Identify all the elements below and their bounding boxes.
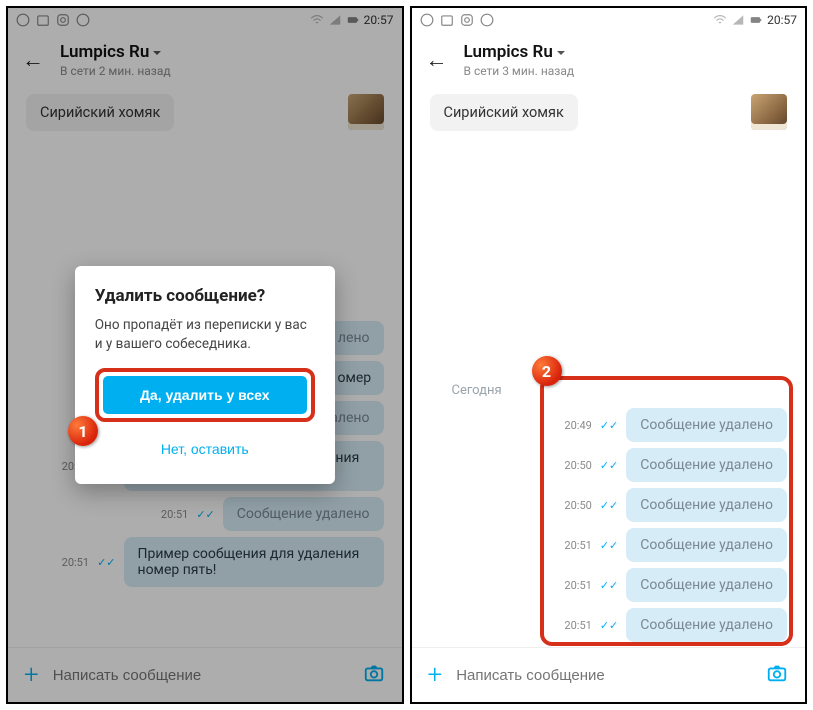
confirm-delete-button[interactable]: Да, удалить у всех xyxy=(103,376,307,414)
contact-status: В сети 2 мин. назад xyxy=(60,64,388,78)
dialog-body: Оно пропадёт из переписки у вас и у ваше… xyxy=(95,316,315,354)
read-ticks-icon: ✓✓ xyxy=(600,459,618,472)
contact-name[interactable]: Lumpics Ru xyxy=(60,42,388,62)
message-bubble[interactable]: Сообщение удалено xyxy=(223,497,384,531)
camera-button[interactable] xyxy=(362,662,386,688)
status-bar: 20:57 xyxy=(8,8,402,32)
wifi-icon xyxy=(713,13,727,27)
message-time: 20:51 xyxy=(564,539,591,552)
read-ticks-icon: ✓✓ xyxy=(600,619,618,632)
calendar-icon xyxy=(440,13,454,27)
incoming-text: Сирийский хомяк xyxy=(26,94,174,131)
read-ticks-icon: ✓✓ xyxy=(600,539,618,552)
instagram-icon xyxy=(460,13,474,27)
day-separator: Сегодня xyxy=(430,383,788,398)
message-row: 20:51 ✓✓ Сообщение удалено xyxy=(26,497,384,531)
contact-avatar[interactable] xyxy=(751,94,787,130)
highlight-box-1: Да, удалить у всех xyxy=(95,368,315,422)
incoming-message: Сирийский хомяк xyxy=(430,94,788,131)
message-bubble[interactable]: Сообщение удалено xyxy=(626,528,787,562)
phone-left: 20:57 ← Lumpics Ru В сети 2 мин. назад С… xyxy=(6,6,404,704)
message-time: 20:51 xyxy=(62,556,89,569)
message-time: 20:50 xyxy=(564,499,591,512)
add-button[interactable]: + xyxy=(24,660,39,690)
cancel-delete-button[interactable]: Нет, оставить xyxy=(95,430,315,468)
compose-input[interactable] xyxy=(456,667,751,684)
wifi-icon xyxy=(310,13,324,27)
message-bubble[interactable]: Пример сообщения для удаления номер пять… xyxy=(124,537,384,587)
phone-right: 20:57 ← Lumpics Ru В сети 3 мин. назад С… xyxy=(410,6,808,704)
compose-input[interactable] xyxy=(53,667,348,684)
message-time: 20:51 xyxy=(564,619,591,632)
read-ticks-icon: ✓✓ xyxy=(97,556,115,569)
message-bubble[interactable]: Сообщение удалено xyxy=(626,568,787,602)
back-button[interactable]: ← xyxy=(22,47,44,73)
read-ticks-icon: ✓✓ xyxy=(600,419,618,432)
incoming-text: Сирийский хомяк xyxy=(430,94,578,131)
message-bubble[interactable]: Сообщение удалено xyxy=(626,608,787,642)
battery-icon xyxy=(749,13,763,27)
battery-icon xyxy=(346,13,360,27)
status-bar: 20:57 xyxy=(412,8,806,32)
opera-icon xyxy=(420,13,434,27)
read-ticks-icon: ✓✓ xyxy=(600,499,618,512)
message-time: 20:49 xyxy=(564,419,591,432)
message-row: 20:49 ✓✓ Сообщение удалено xyxy=(430,408,788,442)
message-time: 20:50 xyxy=(564,459,591,472)
add-button[interactable]: + xyxy=(428,660,443,690)
opera-icon xyxy=(16,13,30,27)
step-marker-1: 1 xyxy=(68,416,98,446)
contact-avatar[interactable] xyxy=(348,94,384,130)
message-row: 20:51 ✓✓ Сообщение удалено xyxy=(430,568,788,602)
contact-name[interactable]: Lumpics Ru xyxy=(464,42,792,62)
message-row: 20:50 ✓✓ Сообщение удалено xyxy=(430,488,788,522)
delete-dialog: Удалить сообщение? Оно пропадёт из переп… xyxy=(75,266,335,484)
message-time: 20:51 xyxy=(161,508,188,521)
chat-header: ← Lumpics Ru В сети 2 мин. назад xyxy=(8,32,402,88)
chat-header: ← Lumpics Ru В сети 3 мин. назад xyxy=(412,32,806,88)
back-button[interactable]: ← xyxy=(426,47,448,73)
read-ticks-icon: ✓✓ xyxy=(196,508,214,521)
shazam-icon xyxy=(480,13,494,27)
instagram-icon xyxy=(56,13,70,27)
message-row: 20:51 ✓✓ Сообщение удалено xyxy=(430,528,788,562)
incoming-message: Сирийский хомяк xyxy=(26,94,384,131)
contact-status: В сети 3 мин. назад xyxy=(464,64,792,78)
message-bubble[interactable]: Сообщение удалено xyxy=(626,488,787,522)
compose-bar: + xyxy=(412,647,806,702)
message-row: 20:51 ✓✓ Сообщение удалено xyxy=(430,608,788,642)
clock: 20:57 xyxy=(364,13,394,27)
signal-icon xyxy=(328,13,342,27)
message-bubble[interactable]: Сообщение удалено xyxy=(626,448,787,482)
camera-button[interactable] xyxy=(765,662,789,688)
compose-bar: + xyxy=(8,647,402,702)
step-marker-2: 2 xyxy=(532,356,562,386)
message-time: 20:51 xyxy=(564,579,591,592)
calendar-icon xyxy=(36,13,50,27)
dialog-title: Удалить сообщение? xyxy=(95,286,315,306)
message-bubble[interactable]: Сообщение удалено xyxy=(626,408,787,442)
clock: 20:57 xyxy=(767,13,797,27)
shazam-icon xyxy=(76,13,90,27)
read-ticks-icon: ✓✓ xyxy=(600,579,618,592)
message-row: 20:50 ✓✓ Сообщение удалено xyxy=(430,448,788,482)
chat-area: Сирийский хомяк Сегодня 20:49 ✓✓ Сообщен… xyxy=(412,88,806,647)
signal-icon xyxy=(731,13,745,27)
message-row: 20:51 ✓✓ Пример сообщения для удаления н… xyxy=(26,537,384,587)
